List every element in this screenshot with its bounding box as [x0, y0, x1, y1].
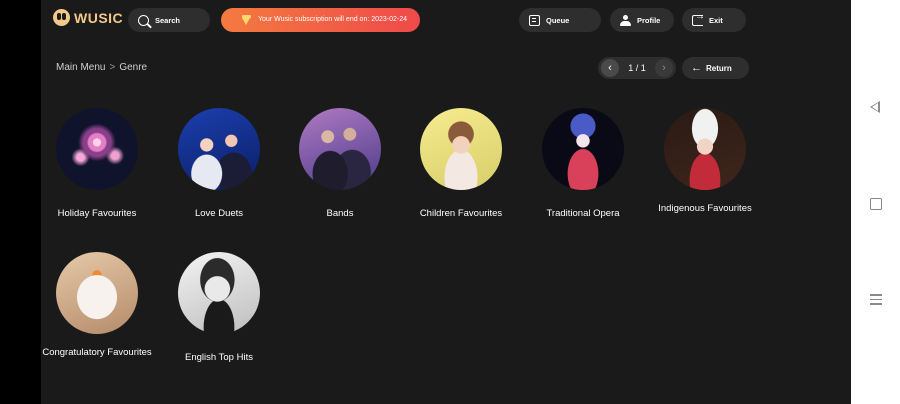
left-black-bar: [0, 0, 41, 404]
profile-icon: [620, 14, 631, 26]
genre-card-english-top-hits[interactable]: English Top Hits: [159, 252, 279, 363]
pager: ‹ 1 / 1 ›: [598, 57, 676, 79]
search-button[interactable]: Search: [128, 8, 210, 32]
home-icon[interactable]: [870, 198, 882, 210]
genre-label: English Top Hits: [185, 352, 253, 363]
exit-icon: [692, 11, 705, 26]
system-nav-bar: [851, 0, 900, 404]
search-icon: [138, 14, 149, 26]
genre-card-bands[interactable]: Bands: [280, 108, 400, 219]
queue-icon: [529, 14, 540, 26]
subscription-text: Your Wusic subscription will end on: 202…: [258, 16, 408, 23]
genre-label: Traditional Opera: [546, 208, 620, 219]
exit-button[interactable]: Exit: [682, 8, 746, 32]
page-indicator: 1 / 1: [628, 63, 646, 73]
genre-label: Love Duets: [194, 208, 244, 219]
logo: WUSIC: [53, 9, 123, 26]
genre-image: [56, 252, 138, 334]
genre-card-holiday-favourites[interactable]: Holiday Favourites: [41, 108, 157, 219]
genre-label: Congratulatory Favourites: [42, 347, 152, 358]
back-arrow-icon: ←: [691, 61, 702, 74]
genre-card-indigenous-favourites[interactable]: Indigenous Favourites: [645, 108, 765, 214]
return-label: Return: [706, 63, 732, 73]
genre-card-congratulatory-favourites[interactable]: Congratulatory Favourites: [41, 252, 157, 358]
genre-image: [299, 108, 381, 190]
genre-card-traditional-opera[interactable]: Traditional Opera: [523, 108, 643, 219]
breadcrumb-main-menu[interactable]: Main Menu: [56, 62, 105, 73]
breadcrumb-separator: >: [109, 62, 116, 73]
recents-icon[interactable]: [870, 294, 882, 306]
app-window: WUSIC Search Your Wusic subscription wil…: [41, 0, 851, 404]
queue-button[interactable]: Queue: [519, 8, 601, 32]
genre-image: [542, 108, 624, 190]
breadcrumb-current: Genre: [119, 62, 148, 73]
back-tri-icon[interactable]: [870, 101, 880, 113]
logo-mark-icon: [53, 9, 70, 26]
genre-image: [178, 108, 260, 190]
previous-page-button[interactable]: ‹: [601, 59, 619, 77]
logo-text: WUSIC: [74, 9, 124, 26]
return-button[interactable]: ← Return: [682, 57, 749, 79]
genre-image: [178, 252, 260, 334]
search-label: Search: [155, 15, 181, 25]
genre-label: Indigenous Favourites: [658, 203, 752, 214]
profile-label: Profile: [637, 15, 661, 25]
queue-label: Queue: [546, 15, 570, 25]
genre-image: [420, 108, 502, 190]
exit-label: Exit: [709, 15, 723, 25]
genre-label: Bands: [326, 208, 354, 219]
genre-card-love-duets[interactable]: Love Duets: [159, 108, 279, 219]
genre-label: Children Favourites: [419, 208, 503, 219]
genre-label: Holiday Favourites: [57, 208, 137, 219]
next-page-button[interactable]: ›: [654, 59, 673, 77]
profile-button[interactable]: Profile: [610, 8, 674, 32]
diamond-icon: [241, 15, 252, 25]
breadcrumb: Main Menu > Genre: [56, 62, 147, 73]
genre-image: [664, 108, 746, 190]
genre-card-children-favourites[interactable]: Children Favourites: [401, 108, 521, 219]
genre-image: [56, 108, 138, 190]
subscription-banner[interactable]: Your Wusic subscription will end on: 202…: [221, 8, 420, 32]
